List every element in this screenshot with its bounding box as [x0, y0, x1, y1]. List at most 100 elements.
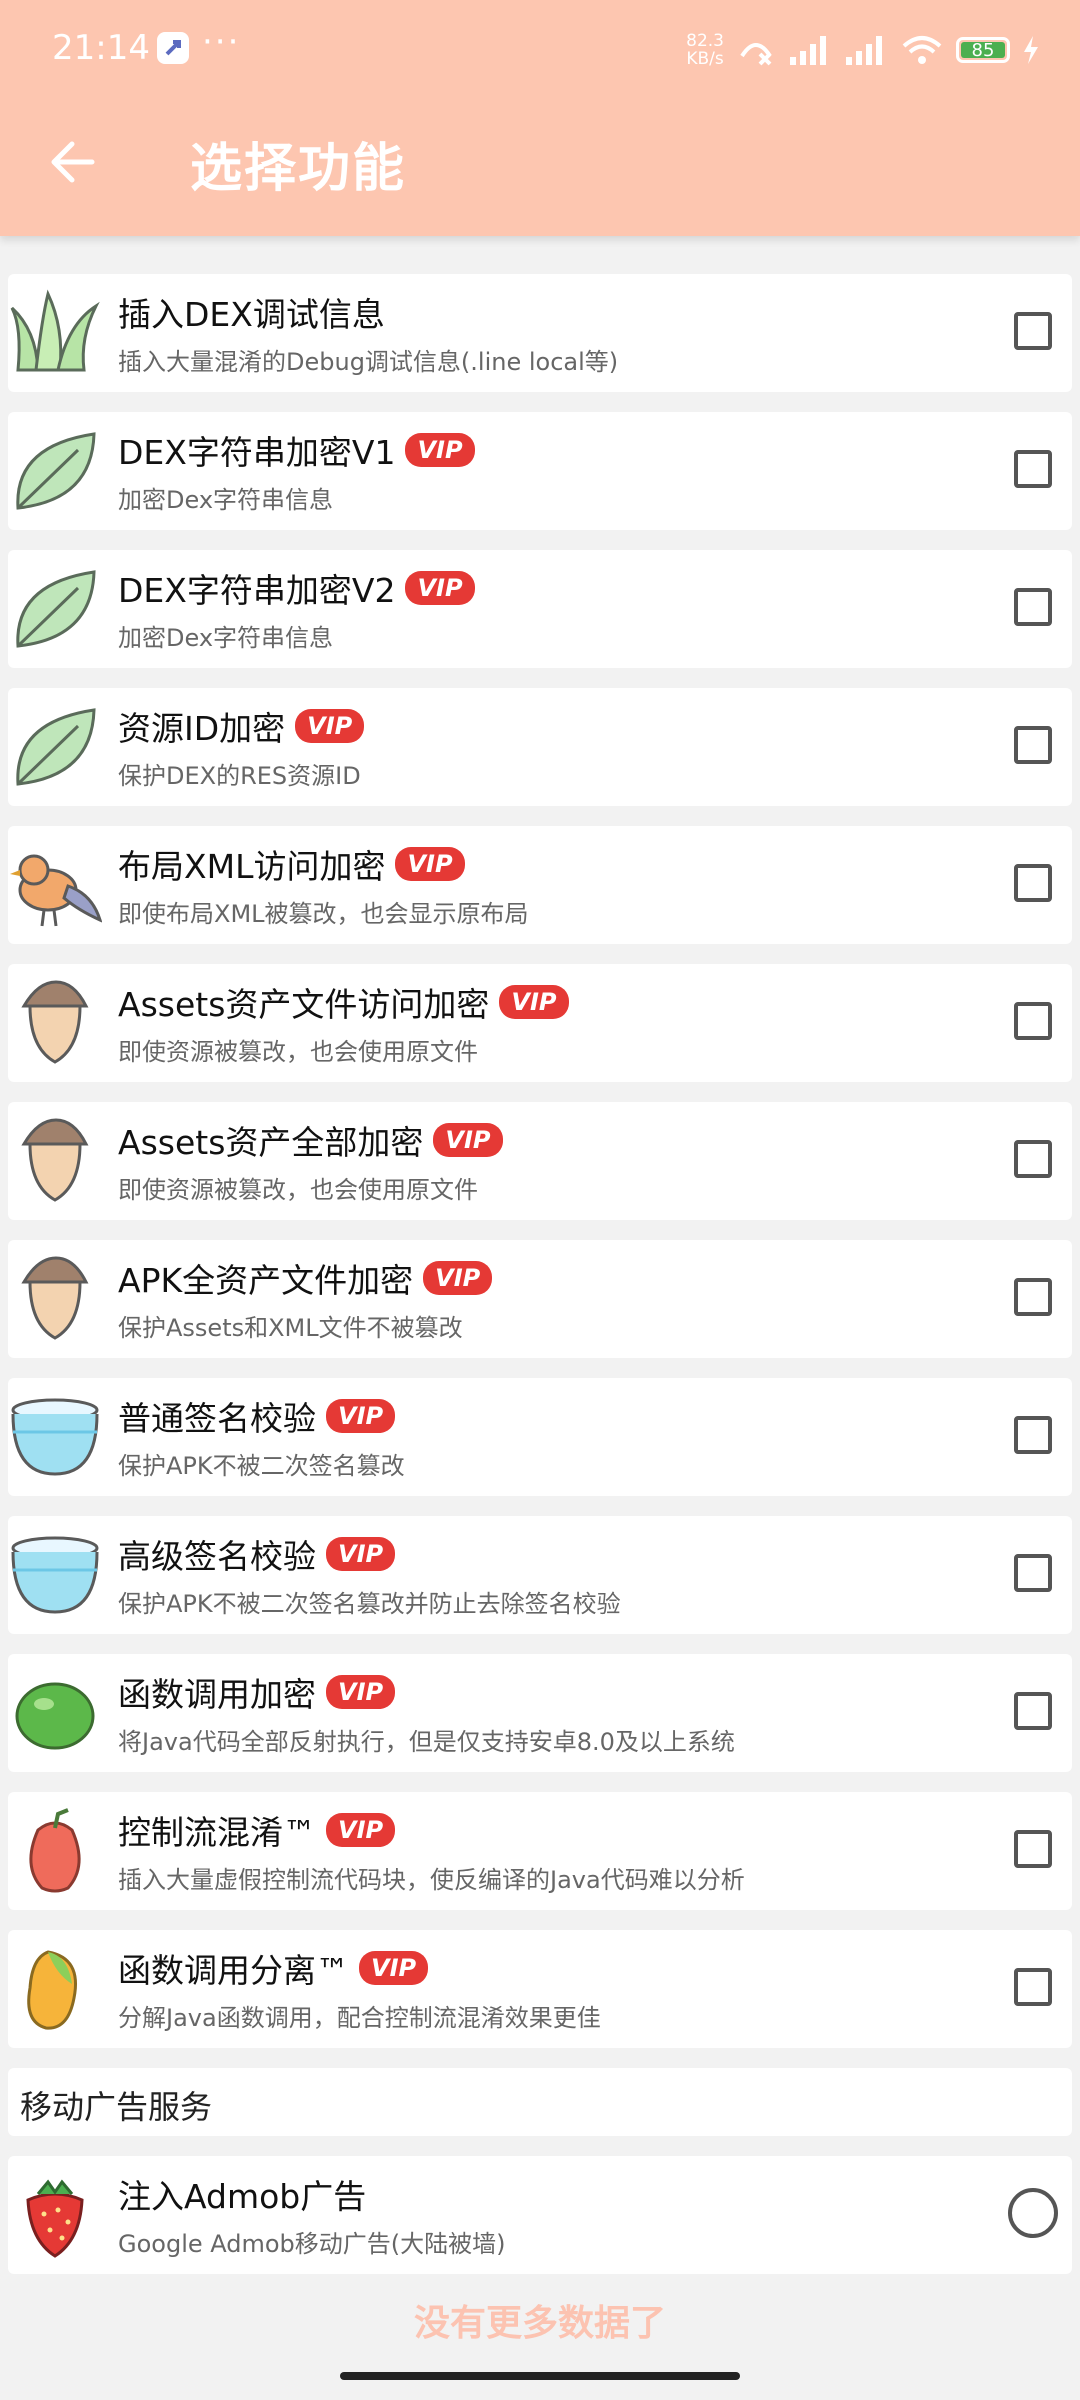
item-title-row: APK全资产文件加密 VIP	[118, 1254, 493, 1302]
item-checkbox[interactable]	[1014, 1002, 1052, 1040]
list-item[interactable]: DEX字符串加密V1 VIP 加密Dex字符串信息	[8, 412, 1072, 530]
list-item[interactable]: Assets资产全部加密 VIP 即使资源被篡改，也会使用原文件	[8, 1102, 1072, 1220]
battery-icon: 85	[956, 37, 1010, 63]
item-title: Assets资产全部加密	[118, 1123, 424, 1162]
feature-list: 插入DEX调试信息 插入大量混淆的Debug调试信息(.line local等)…	[8, 274, 1072, 2294]
item-checkbox[interactable]	[1014, 1554, 1052, 1592]
item-checkbox[interactable]	[1014, 1968, 1052, 2006]
call-off-icon	[740, 43, 772, 66]
item-desc: 即使布局XML被篡改，也会显示原布局	[118, 900, 529, 928]
section-header: 移动广告服务	[8, 2068, 1072, 2136]
list-item[interactable]: Assets资产文件访问加密 VIP 即使资源被篡改，也会使用原文件	[8, 964, 1072, 1082]
item-title-row: 布局XML访问加密 VIP	[118, 840, 465, 888]
item-title-row: 资源ID加密 VIP	[118, 702, 365, 750]
status-time: 21:14	[52, 28, 150, 68]
item-checkbox[interactable]	[1014, 1692, 1052, 1730]
item-checkbox[interactable]	[1014, 726, 1052, 764]
vip-badge: VIP	[359, 1951, 429, 1985]
item-radio[interactable]	[1008, 2188, 1058, 2238]
item-title: 普通签名校验	[118, 1399, 316, 1438]
network-speed: 82.3 KB/s	[686, 31, 724, 69]
item-title-row: 函数调用分离™ VIP	[118, 1944, 429, 1992]
item-title: 函数调用加密	[118, 1675, 316, 1714]
item-desc: 保护Assets和XML文件不被篡改	[118, 1314, 463, 1342]
vip-badge: VIP	[499, 985, 569, 1019]
bird-icon	[10, 854, 102, 927]
item-desc: 加密Dex字符串信息	[118, 486, 334, 514]
app-header: 21:14 ··· 82.3 KB/s 85 选择功能	[0, 0, 1080, 236]
item-desc: 保护APK不被二次签名篡改	[118, 1452, 405, 1480]
list-item[interactable]: 函数调用加密 VIP 将Java代码全部反射执行，但是仅支持安卓8.0及以上系统	[8, 1654, 1072, 1772]
list-item-admob[interactable]: 注入Admob广告 Google Admob移动广告(大陆被墙)	[8, 2156, 1072, 2274]
list-item[interactable]: APK全资产文件加密 VIP 保护Assets和XML文件不被篡改	[8, 1240, 1072, 1358]
item-title: DEX字符串加密V1	[118, 433, 396, 472]
item-checkbox[interactable]	[1014, 450, 1052, 488]
item-desc: 分解Java函数调用，配合控制流混淆效果更佳	[118, 2004, 601, 2032]
bowl-icon	[11, 1536, 99, 1614]
mango-icon	[27, 1950, 77, 2030]
bowl-icon	[11, 1398, 99, 1476]
item-checkbox[interactable]	[1014, 1416, 1052, 1454]
list-item[interactable]: 控制流混淆™ VIP 插入大量虚假控制流代码块，使反编译的Java代码难以分析	[8, 1792, 1072, 1910]
item-title: 布局XML访问加密	[118, 847, 386, 886]
item-title: Assets资产文件访问加密	[118, 985, 490, 1024]
list-item[interactable]: 布局XML访问加密 VIP 即使布局XML被篡改，也会显示原布局	[8, 826, 1072, 944]
item-title-row: 高级签名校验 VIP	[118, 1530, 396, 1578]
status-indicators: 82.3 KB/s 85	[686, 28, 1040, 72]
rose-apple-icon	[29, 1808, 81, 1893]
wifi-icon	[902, 36, 942, 64]
item-title: 高级签名校验	[118, 1537, 316, 1576]
item-title-row: 注入Admob广告	[118, 2170, 366, 2218]
acorn-icon	[21, 980, 89, 1064]
item-title: 注入Admob广告	[118, 2177, 367, 2216]
item-title-row: Assets资产文件访问加密 VIP	[118, 978, 569, 1026]
rocket-icon	[157, 32, 189, 64]
item-title-row: 普通签名校验 VIP	[118, 1392, 396, 1440]
item-checkbox[interactable]	[1014, 312, 1052, 350]
page-title: 选择功能	[190, 139, 407, 199]
vip-badge: VIP	[326, 1399, 396, 1433]
vip-badge: VIP	[395, 847, 465, 881]
item-title: 插入DEX调试信息	[118, 295, 385, 334]
vip-badge: VIP	[433, 1123, 503, 1157]
signal-hd-icon	[846, 36, 882, 65]
item-title: 资源ID加密	[118, 709, 286, 748]
list-item[interactable]: 插入DEX调试信息 插入大量混淆的Debug调试信息(.line local等)	[8, 274, 1072, 392]
item-desc: 加密Dex字符串信息	[118, 624, 334, 652]
lime-icon	[15, 1682, 95, 1750]
strawberry-icon	[26, 2179, 84, 2258]
item-title: APK全资产文件加密	[118, 1261, 414, 1300]
list-item[interactable]: 资源ID加密 VIP 保护DEX的RES资源ID	[8, 688, 1072, 806]
item-desc: 插入大量虚假控制流代码块，使反编译的Java代码难以分析	[118, 1866, 745, 1894]
item-checkbox[interactable]	[1014, 1830, 1052, 1868]
item-title-row: 函数调用加密 VIP	[118, 1668, 396, 1716]
item-checkbox[interactable]	[1014, 588, 1052, 626]
list-item[interactable]: 普通签名校验 VIP 保护APK不被二次签名篡改	[8, 1378, 1072, 1496]
no-more-data-label: 没有更多数据了	[413, 2303, 666, 2344]
list-item[interactable]: DEX字符串加密V2 VIP 加密Dex字符串信息	[8, 550, 1072, 668]
home-indicator[interactable]	[340, 2372, 740, 2380]
vip-badge: VIP	[326, 1537, 396, 1571]
charging-icon	[1024, 36, 1038, 64]
leaf-icon	[16, 432, 96, 510]
vip-badge: VIP	[405, 571, 475, 605]
back-arrow-icon[interactable]	[44, 132, 104, 192]
item-title-row: 控制流混淆™ VIP	[118, 1806, 396, 1854]
item-title: 控制流混淆™	[118, 1813, 316, 1852]
item-checkbox[interactable]	[1014, 1278, 1052, 1316]
item-desc: 保护APK不被二次签名篡改并防止去除签名校验	[118, 1590, 621, 1618]
vip-badge: VIP	[295, 709, 365, 743]
list-item[interactable]: 高级签名校验 VIP 保护APK不被二次签名篡改并防止去除签名校验	[8, 1516, 1072, 1634]
acorn-icon	[21, 1256, 89, 1340]
grass-icon	[10, 289, 100, 372]
vip-badge: VIP	[405, 433, 475, 467]
item-title: DEX字符串加密V2	[118, 571, 396, 610]
item-desc: 即使资源被篡改，也会使用原文件	[118, 1038, 478, 1066]
item-checkbox[interactable]	[1014, 864, 1052, 902]
leaf-icon	[16, 708, 96, 786]
section-label: 移动广告服务	[20, 2088, 213, 2126]
item-desc: 保护DEX的RES资源ID	[118, 762, 361, 790]
item-checkbox[interactable]	[1014, 1140, 1052, 1178]
list-item[interactable]: 函数调用分离™ VIP 分解Java函数调用，配合控制流混淆效果更佳	[8, 1930, 1072, 2048]
item-title-row: 插入DEX调试信息	[118, 288, 385, 336]
